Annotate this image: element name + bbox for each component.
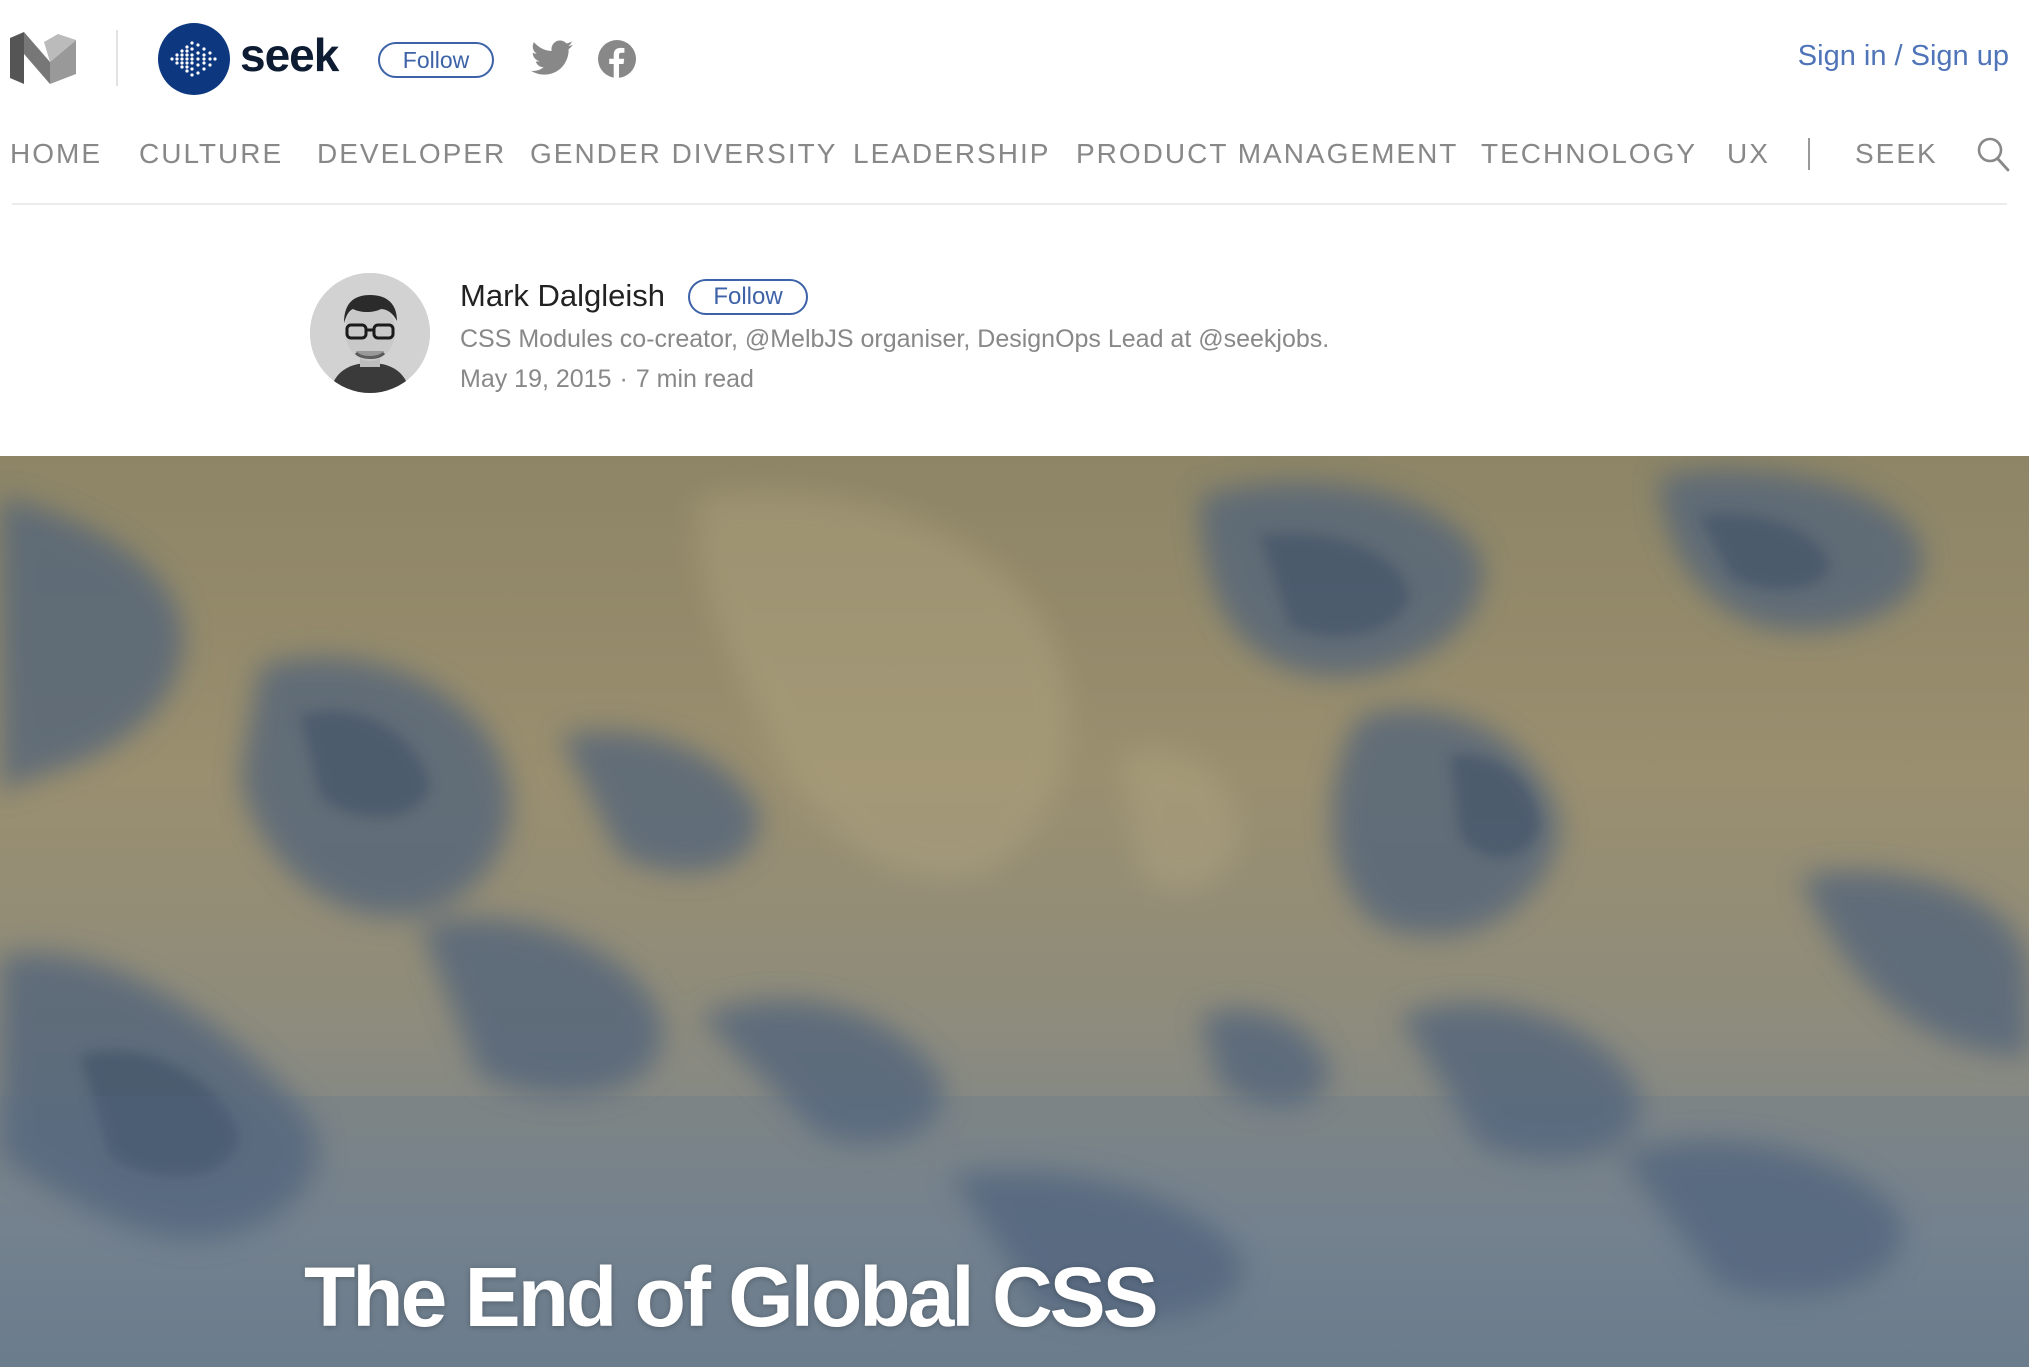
search-icon[interactable] bbox=[1976, 136, 2010, 172]
seek-logo-icon[interactable] bbox=[158, 23, 230, 95]
post-meta: May 19, 2015 · 7 min read bbox=[460, 362, 754, 396]
nav-item-seek[interactable]: SEEK bbox=[1855, 134, 1938, 174]
meta-separator: · bbox=[619, 365, 628, 393]
header-divider bbox=[116, 30, 118, 86]
nav-item-developer[interactable]: DEVELOPER bbox=[317, 134, 506, 174]
nav-item-gender-diversity[interactable]: GENDER DIVERSITY bbox=[530, 134, 837, 174]
sign-in-link[interactable]: Sign in / Sign up bbox=[1798, 38, 2009, 74]
nav-item-product-management[interactable]: PRODUCT MANAGEMENT bbox=[1076, 134, 1458, 174]
post-date[interactable]: May 19, 2015 bbox=[460, 365, 612, 393]
hero-image bbox=[0, 456, 2029, 1367]
follow-publication-button[interactable]: Follow bbox=[378, 42, 494, 78]
medium-logo-icon[interactable] bbox=[10, 32, 76, 84]
author-avatar[interactable] bbox=[310, 273, 430, 393]
nav-item-home[interactable]: HOME bbox=[10, 134, 102, 174]
publication-name[interactable]: seek bbox=[240, 24, 339, 86]
publication-nav: HOME CULTURE DEVELOPER GENDER DIVERSITY … bbox=[0, 134, 2029, 174]
article-title: The End of Global CSS bbox=[304, 1250, 1159, 1344]
twitter-icon[interactable] bbox=[531, 40, 573, 76]
author-bio: CSS Modules co-creator, @MelbJS organise… bbox=[460, 325, 1330, 353]
facebook-icon[interactable] bbox=[598, 40, 636, 78]
nav-item-technology[interactable]: TECHNOLOGY bbox=[1481, 134, 1697, 174]
author-name[interactable]: Mark Dalgleish bbox=[460, 276, 665, 316]
nav-item-leadership[interactable]: LEADERSHIP bbox=[853, 134, 1050, 174]
nav-divider bbox=[1808, 138, 1810, 170]
read-time: 7 min read bbox=[635, 365, 754, 393]
nav-divider-line bbox=[12, 203, 2007, 205]
nav-item-ux[interactable]: UX bbox=[1727, 134, 1770, 174]
nav-item-culture[interactable]: CULTURE bbox=[139, 134, 283, 174]
follow-author-button[interactable]: Follow bbox=[688, 279, 808, 315]
